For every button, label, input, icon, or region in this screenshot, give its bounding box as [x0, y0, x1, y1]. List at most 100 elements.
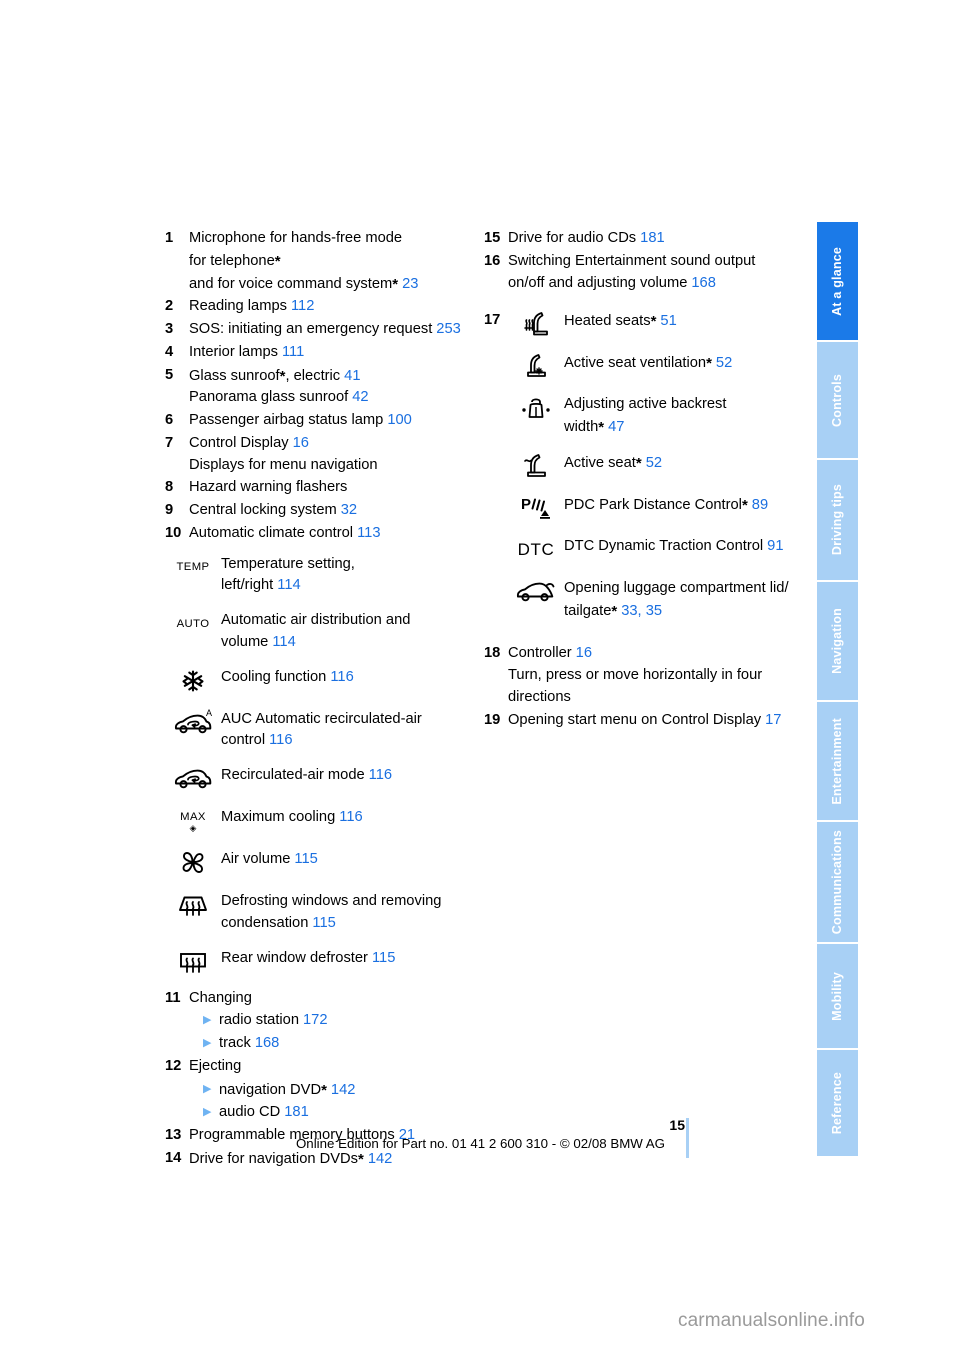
page-reference[interactable]: 113: [357, 525, 380, 541]
page-reference[interactable]: 116: [369, 767, 392, 783]
manual-page: 1 Microphone for hands-free mode for tel…: [0, 0, 865, 1358]
page-reference[interactable]: 115: [372, 950, 395, 966]
section-tab-at-a-glance[interactable]: At a glance: [817, 222, 858, 342]
list-item-1: 1 Microphone for hands-free mode for tel…: [165, 228, 470, 295]
max-cooling-icon: MAX ◈: [180, 810, 206, 834]
section-tab-driving-tips[interactable]: Driving tips: [817, 460, 858, 582]
page-reference[interactable]: 100: [387, 412, 412, 428]
page-reference[interactable]: 181: [284, 1104, 309, 1120]
section-tab-communications[interactable]: Communications: [817, 822, 858, 944]
section-tab-label: Driving tips: [830, 484, 845, 556]
page-reference[interactable]: 114: [277, 577, 300, 593]
item-body: SOS: initiating an emergency request 253: [189, 319, 470, 341]
recirculated-air-icon: [165, 763, 221, 794]
icon-row-text: Recirculated-air mode 116: [221, 767, 393, 783]
optional-equipment-star: *: [274, 252, 281, 270]
item-number: 7: [165, 434, 174, 451]
item-line: Control Display 16: [189, 434, 309, 451]
item-label: Hazard warning flashers: [189, 479, 348, 496]
page-reference[interactable]: 181: [640, 230, 665, 246]
page-reference[interactable]: 116: [339, 809, 362, 825]
list-item-11: 11 Changing ▶ radio station 172 ▶ track 16…: [165, 988, 470, 1055]
page-reference[interactable]: 42: [352, 389, 368, 405]
icon-row-rear-defroster: Rear window defroster 115: [165, 946, 470, 977]
page-reference[interactable]: 33, 35: [621, 603, 662, 619]
item-body: Interior lamps 111: [189, 342, 470, 364]
page-reference[interactable]: 41: [344, 368, 360, 384]
icon-row-text: Automatic air distribution and volume 114: [221, 612, 411, 650]
section-tab-label: Entertainment: [830, 717, 845, 805]
icon-row-auto-distribution: AUTO Automatic air distribution and volu…: [165, 608, 470, 654]
item-number: 14: [165, 1149, 182, 1166]
page-reference[interactable]: 23: [402, 276, 418, 292]
page-reference[interactable]: 17: [765, 712, 781, 728]
item-label: SOS: initiating an emergency request: [189, 321, 433, 337]
section-tab-entertainment[interactable]: Entertainment: [817, 702, 858, 822]
page-reference[interactable]: 111: [282, 344, 304, 360]
list-item-7: 7 Control Display 16 Displays for menu na…: [165, 433, 470, 477]
item-label: Interior lamps: [189, 343, 278, 360]
list-item-8: 8 Hazard warning flashers: [165, 477, 470, 499]
page-reference[interactable]: 32: [341, 502, 357, 518]
page-reference[interactable]: 115: [312, 915, 335, 931]
section-tab-controls[interactable]: Controls: [817, 342, 858, 460]
footer-divider: [686, 1118, 689, 1158]
auc-recirculation-icon: A: [165, 707, 221, 738]
page-reference[interactable]: 142: [368, 1151, 393, 1167]
page-reference[interactable]: 168: [255, 1035, 280, 1051]
item-number: 4: [165, 343, 174, 360]
page-reference[interactable]: 112: [291, 298, 314, 314]
page-reference[interactable]: 253: [436, 321, 461, 337]
item-label: Automatic climate control: [189, 524, 354, 541]
item-number: 12: [165, 1057, 182, 1074]
optional-equipment-star: *: [706, 355, 712, 373]
page-reference[interactable]: 16: [576, 645, 592, 661]
item-body: Passenger airbag status lamp 100: [189, 410, 470, 432]
pdc-icon: P: [508, 492, 564, 523]
footer-edition-text: Online Edition for Part no. 01 41 2 600 …: [295, 1136, 665, 1151]
icon-row-temperature: TEMP Temperature setting, left/right 114: [165, 552, 470, 598]
icon-row-text: Opening luggage compartment lid/ tailgat…: [564, 579, 789, 620]
item-label: Drive for audio CDs: [508, 230, 637, 246]
page-number: 15: [669, 1117, 685, 1133]
item-body: Glass sunroof*, electric 41 Panorama glas…: [189, 365, 470, 410]
page-reference[interactable]: 89: [752, 497, 768, 513]
triangle-bullet-icon: ▶: [203, 1082, 212, 1095]
list-item-12: 12 Ejecting ▶ navigation DVD* 142 ▶ audio…: [165, 1056, 470, 1124]
snowflake-icon: [165, 665, 221, 696]
page-reference[interactable]: 172: [303, 1012, 328, 1028]
page-reference[interactable]: 47: [608, 419, 624, 435]
page-reference[interactable]: 52: [716, 355, 732, 371]
page-reference[interactable]: 115: [294, 851, 317, 867]
item-body: Drive for navigation DVDs* 142: [189, 1148, 470, 1171]
page-reference[interactable]: 52: [646, 455, 662, 471]
section-tab-reference[interactable]: Reference: [817, 1050, 858, 1156]
icon-row-text: Defrosting windows and removing condensa…: [221, 893, 442, 931]
icon-row-text: Temperature setting, left/right 114: [221, 555, 355, 594]
page-reference[interactable]: 91: [767, 538, 783, 554]
section-tab-mobility[interactable]: Mobility: [817, 944, 858, 1050]
list-item-3: 3 SOS: initiating an emergency request 25…: [165, 319, 470, 341]
page-reference[interactable]: 114: [272, 634, 295, 650]
page-reference[interactable]: 51: [660, 313, 676, 329]
backrest-width-icon: [508, 392, 564, 423]
section-tab-navigation[interactable]: Navigation: [817, 582, 858, 702]
page-reference[interactable]: 168: [691, 275, 716, 291]
section-tab-strip: At a glance Controls Driving tips Navigatio…: [817, 222, 858, 1158]
icon-row-text: DTC Dynamic Traction Control 91: [564, 537, 784, 554]
icon-row-heated-seats: Heated seats* 51: [508, 308, 794, 339]
page-reference[interactable]: 16: [293, 435, 309, 451]
item-body: Changing ▶ radio station 172 ▶ track 168: [189, 988, 470, 1055]
page-reference[interactable]: 116: [330, 669, 353, 685]
item-body: Drive for audio CDs 181: [508, 228, 794, 250]
page-reference[interactable]: 116: [269, 732, 292, 748]
list-item-10: 10 Automatic climate control 113: [165, 523, 470, 545]
tailgate-icon: [508, 576, 564, 607]
page-reference[interactable]: 142: [331, 1082, 356, 1098]
icon-row-text: Maximum cooling 116: [221, 809, 363, 825]
list-item-18: 18 Controller 16 Turn, press or move hori…: [484, 643, 794, 708]
list-item-6: 6 Passenger airbag status lamp 100: [165, 410, 470, 432]
item-number: 19: [484, 711, 501, 728]
list-item: ▶ radio station 172: [203, 1010, 470, 1032]
icon-row-seat-ventilation: Active seat ventilation* 52: [508, 350, 794, 381]
